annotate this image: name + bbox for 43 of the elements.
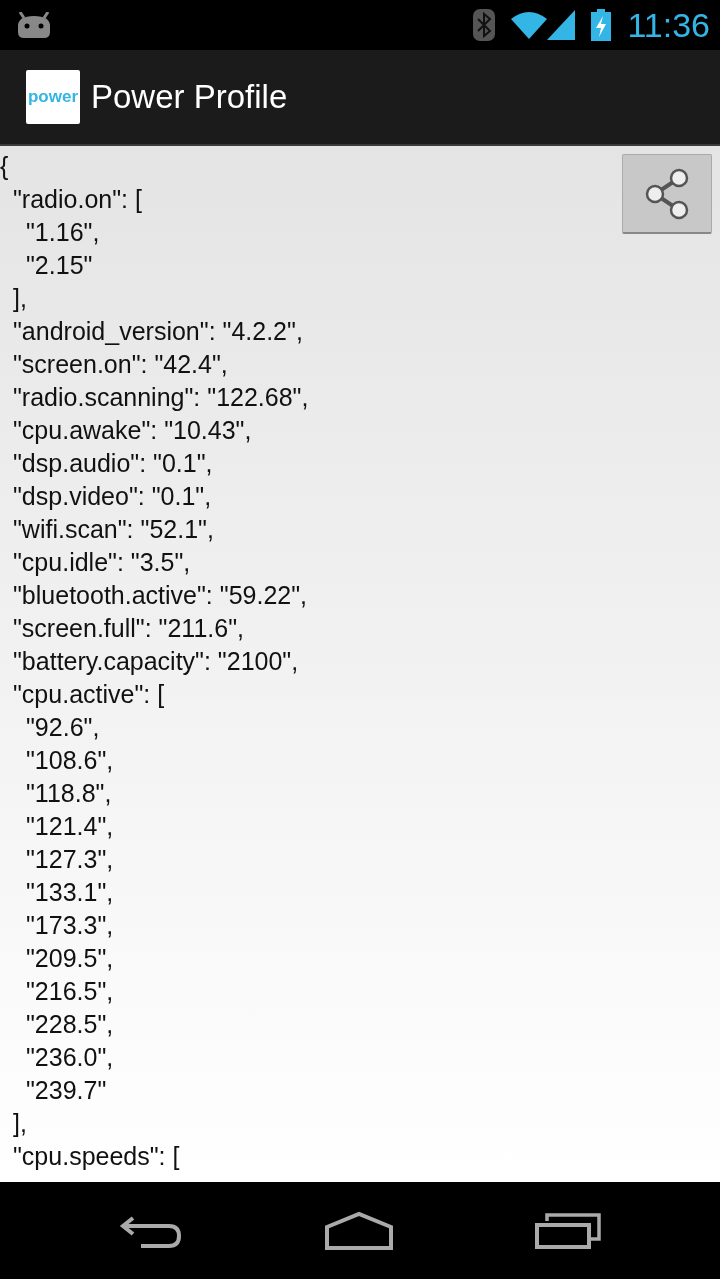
code-line: "cpu.awake": "10.43", xyxy=(13,415,252,446)
code-line: "cpu.speeds": [ xyxy=(13,1141,180,1172)
code-line: "216.5", xyxy=(26,976,114,1007)
code-line: "209.5", xyxy=(26,943,114,974)
code-line: "bluetooth.active": "59.22", xyxy=(13,580,308,611)
code-line: "battery.capacity": "2100", xyxy=(13,646,299,677)
code-line: "screen.on": "42.4", xyxy=(13,349,228,380)
code-line: "173.3", xyxy=(26,910,114,941)
android-icon xyxy=(16,12,52,38)
code-line: "1.16", xyxy=(26,217,100,248)
recent-apps-icon[interactable] xyxy=(535,1212,602,1249)
code-line: "cpu.idle": "3.5", xyxy=(13,547,191,578)
signal-icon xyxy=(547,10,576,40)
code-line: "dsp.video": "0.1", xyxy=(13,481,212,512)
code-line: "118.8", xyxy=(26,778,112,809)
code-line: { xyxy=(0,151,9,182)
code-line: "wifi.scan": "52.1", xyxy=(13,514,214,545)
clock-time: 11:36 xyxy=(627,8,710,42)
code-line: "92.6", xyxy=(26,712,100,743)
code-line: "121.4", xyxy=(26,811,114,842)
code-line: "239.7" xyxy=(26,1075,107,1106)
code-line: "127.3", xyxy=(26,844,114,875)
code-line: "cpu.active": [ xyxy=(13,679,165,710)
wifi-icon xyxy=(511,11,548,39)
code-line: ], xyxy=(13,283,27,314)
code-line: "android_version": "4.2.2", xyxy=(13,316,303,347)
code-line: "228.5", xyxy=(26,1009,114,1040)
code-line: "radio.on": [ xyxy=(13,184,142,215)
share-icon xyxy=(643,167,691,220)
home-icon[interactable] xyxy=(324,1210,394,1251)
bluetooth-icon xyxy=(473,9,496,41)
code-line: "133.1", xyxy=(26,877,114,908)
share-button[interactable] xyxy=(622,154,712,234)
code-line: ], xyxy=(13,1108,27,1139)
code-line: "236.0", xyxy=(26,1042,114,1073)
code-line: "2.15" xyxy=(26,250,93,281)
code-line: "108.6", xyxy=(26,745,114,776)
code-line: "screen.full": "211.6", xyxy=(13,613,244,644)
battery-charging-icon xyxy=(591,9,612,41)
app-icon[interactable]: power xyxy=(26,70,80,124)
app-title: Power Profile xyxy=(91,77,288,118)
code-line: "radio.scanning": "122.68", xyxy=(13,382,309,413)
code-line: "dsp.audio": "0.1", xyxy=(13,448,213,479)
